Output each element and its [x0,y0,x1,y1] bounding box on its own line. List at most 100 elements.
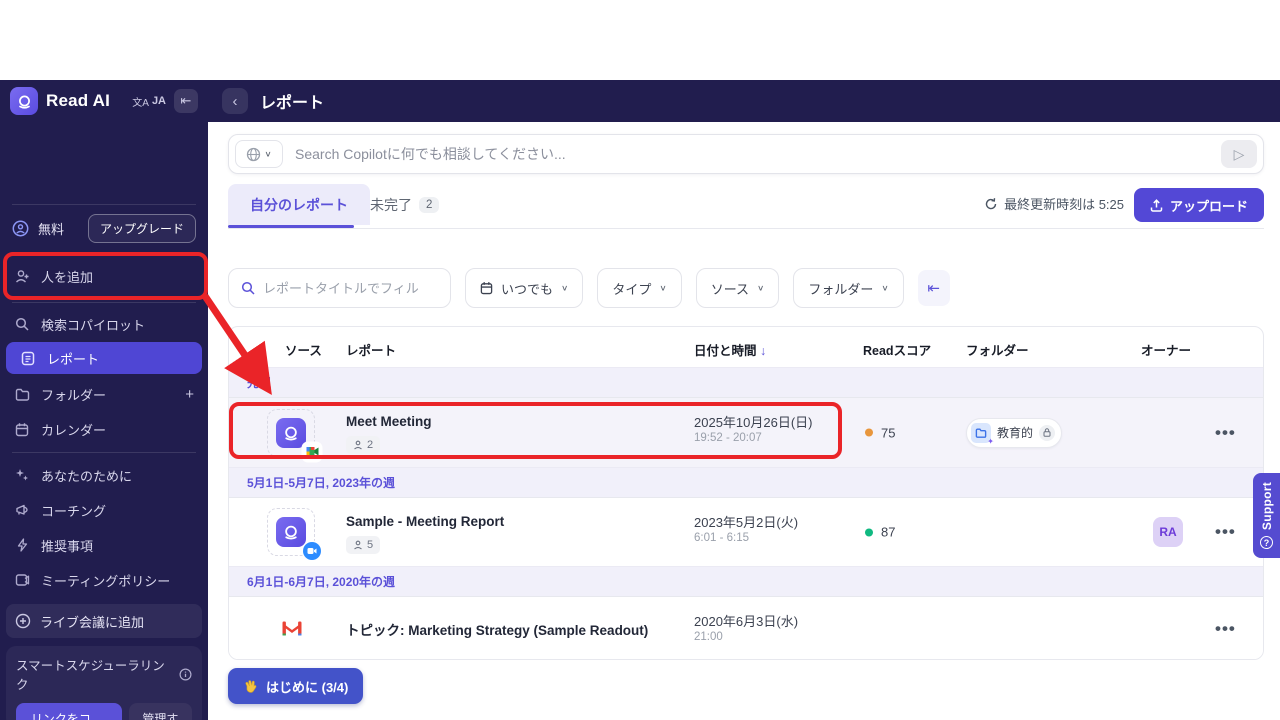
sidebar-item-calendar[interactable]: カレンダー [0,412,208,446]
person-icon [353,440,363,450]
sparkle-icon: ✦ [987,437,994,446]
policy-icon [14,573,30,587]
sidebar-collapse-button[interactable]: ⇤ [174,89,198,113]
add-to-live-meeting-button[interactable]: ライブ会議に追加 [6,604,202,638]
upload-label: アップロード [1170,196,1248,215]
support-tab[interactable]: Support ? [1253,473,1280,558]
folder-badge[interactable]: ✦ 教育的 [966,418,1062,448]
person-icon [353,540,363,550]
folder-filter-dropdown[interactable]: フォルダー ∨ [793,268,903,308]
divider [12,252,196,253]
table-row[interactable]: トピック: Marketing Strategy (Sample Readout… [229,596,1263,660]
send-button[interactable]: ▷ [1221,140,1257,168]
date-filter-dropdown[interactable]: いつでも ∨ [465,268,583,308]
upgrade-button[interactable]: アップグレード [88,214,196,243]
col-report: レポート [346,340,396,359]
tab-incomplete[interactable]: 未完了 2 [370,184,439,225]
last-updated-text: 最終更新時刻は 5:25 [1004,194,1124,213]
source-filter-label: ソース [711,279,749,298]
scheduler-title: スマートスケジューラリンク [16,655,173,693]
sidebar-header: Read AI 文A JA ⇤ [0,80,208,122]
type-filter-label: タイプ [612,279,651,298]
sidebar-item-folders[interactable]: フォルダー + [0,377,208,411]
group-header: 先週 [229,367,1263,397]
score-value: 87 [881,525,895,540]
scope-selector[interactable]: ∨ [235,140,283,168]
copilot-search-bar: ∨ ▷ [228,134,1264,174]
live-meeting-label: ライブ会議に追加 [40,612,144,631]
sidebar-item-meeting-policy[interactable]: ミーティングポリシー [0,563,208,597]
globe-icon [246,147,261,162]
upload-button[interactable]: アップロード [1134,188,1264,222]
wave-hand-icon [243,679,258,694]
sidebar-item-recommendations[interactable]: 推奨事項 [0,528,208,562]
active-tab-underline [228,225,354,228]
tab-my-reports[interactable]: 自分のレポート [228,184,370,225]
person-add-icon [14,269,30,284]
sidebar-item-label: 検索コパイロット [41,315,145,334]
col-datetime[interactable]: 日付と時間 ↓ [694,340,766,359]
source-cell [267,409,315,457]
screenshot-root: Read AI 文A JA ⇤ 無料 アップグレード 人を追加 [0,0,1280,720]
sidebar-item-coaching[interactable]: コーチング [0,493,208,527]
bolt-icon [14,538,30,552]
sidebar-item-label: カレンダー [41,420,106,439]
report-date: 2023年5月2日(火) [694,512,798,531]
user-circle-icon [12,220,29,237]
info-icon[interactable] [179,668,192,681]
page-header: ‹ レポート [208,80,1280,122]
last-updated[interactable]: 最終更新時刻は 5:25 [984,194,1124,213]
copilot-input[interactable] [283,146,1221,162]
source-filter-dropdown[interactable]: ソース ∨ [696,268,780,308]
collapse-left-icon: ⇤ [927,279,940,297]
type-filter-dropdown[interactable]: タイプ ∨ [597,268,681,308]
divider [12,204,196,205]
sidebar-item-for-you[interactable]: あなたのために [0,458,208,492]
report-time: 6:01 - 6:15 [694,532,749,544]
language-switcher[interactable]: 文A JA [132,94,166,109]
report-title-input[interactable] [263,281,439,296]
table-row[interactable]: Sample - Meeting Report 5 2023年5月2日(火) 6… [229,497,1263,566]
report-title[interactable]: Sample - Meeting Report [346,514,504,529]
sidebar: Read AI 文A JA ⇤ 無料 アップグレード 人を追加 [0,80,208,720]
page-title: レポート [260,89,324,113]
getting-started-button[interactable]: はじめに (3/4) [228,668,363,704]
col-owner: オーナー [1141,340,1191,359]
add-folder-button[interactable]: + [185,386,194,403]
chevron-down-icon: ∨ [264,150,271,159]
table-header-row: ソース レポート 日付と時間 ↓ Readスコア フォルダー オーナー [229,327,1263,367]
search-icon [241,281,255,295]
report-date: 2020年6月3日(水) [694,611,798,630]
collapse-left-icon: ⇤ [181,93,192,109]
owner-avatar[interactable]: RA [1153,517,1183,547]
copy-link-button[interactable]: リンクをコピー [16,703,122,720]
sidebar-item-add-people[interactable]: 人を追加 [0,259,208,293]
report-title-filter [228,268,451,308]
collapse-filters-button[interactable]: ⇤ [918,270,950,306]
read-score: 75 [865,425,895,440]
copy-link-label: リンクをコピー [26,710,96,720]
row-menu-button[interactable]: ••• [1215,522,1236,542]
row-menu-button[interactable]: ••• [1215,619,1236,639]
report-icon [20,351,36,366]
score-value: 75 [881,425,895,440]
sidebar-item-search-copilot[interactable]: 検索コパイロット [0,307,208,341]
google-meet-icon [303,443,321,461]
sidebar-item-label: ミーティングポリシー [41,571,170,590]
back-button[interactable]: ‹ [222,88,248,114]
manage-button[interactable]: 管理する [129,703,192,720]
folder-icon [14,388,30,401]
smart-scheduler-card: スマートスケジューラリンク リンクをコピー 管理する [6,646,202,720]
brand-name: Read AI [46,91,124,111]
report-title[interactable]: Meet Meeting [346,414,432,429]
read-ai-logo-icon[interactable] [10,87,38,115]
report-title[interactable]: トピック: Marketing Strategy (Sample Readout… [346,619,648,639]
table-row[interactable]: Meet Meeting 2 2025年10月26日(日) 19:52 - 20… [229,397,1263,467]
sparkles-icon [14,468,30,482]
sidebar-item-reports[interactable]: レポート [6,342,202,374]
language-code: JA [152,95,166,107]
sort-desc-icon: ↓ [760,344,766,358]
chevron-down-icon: ∨ [561,284,568,293]
question-circle-icon: ? [1260,536,1273,549]
row-menu-button[interactable]: ••• [1215,423,1236,443]
